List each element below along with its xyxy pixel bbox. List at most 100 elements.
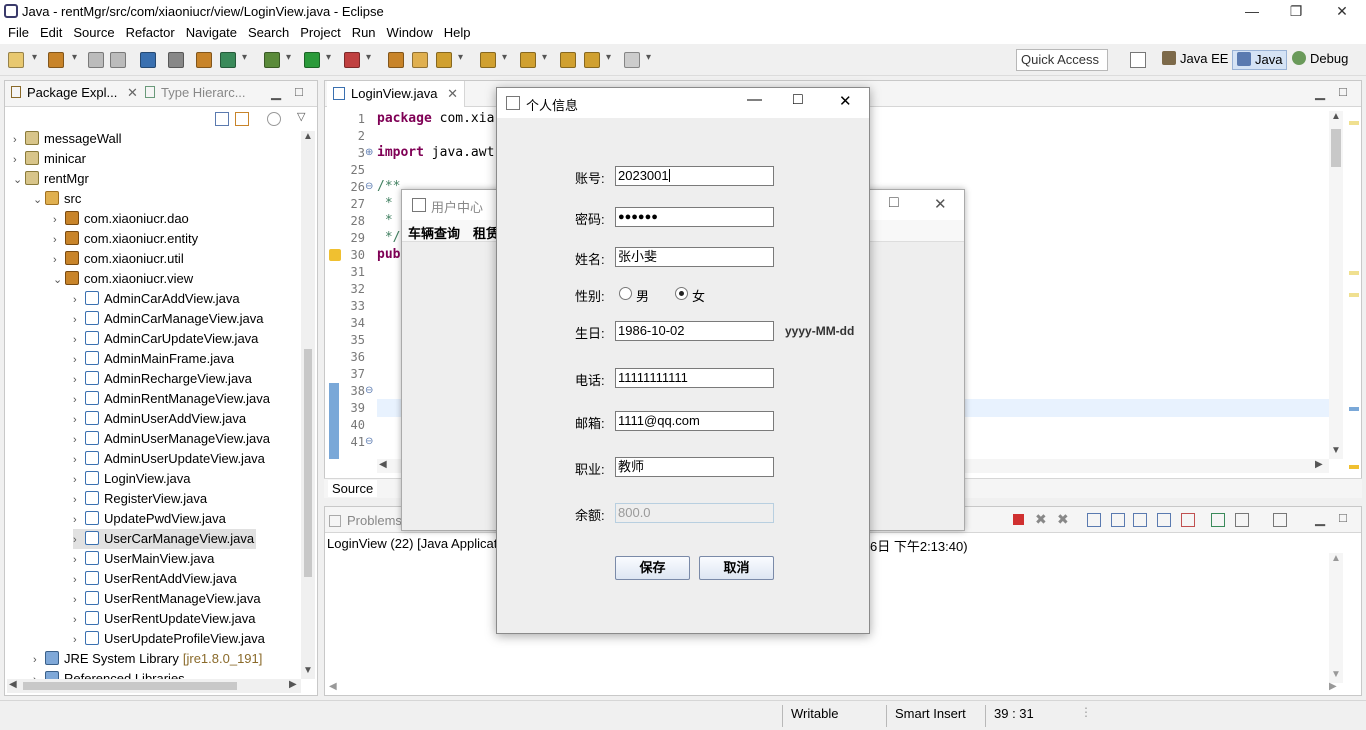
restore-icon[interactable]: ❐ — [1281, 2, 1311, 20]
tab-problems[interactable]: Problems — [329, 513, 402, 528]
save-icon[interactable] — [88, 52, 104, 68]
new-dropdown-icon[interactable]: ▾ — [32, 52, 40, 68]
code-line[interactable]: import java.awt — [377, 145, 494, 160]
tree-horizontal-scrollbar[interactable]: ◀ ▶ — [7, 679, 301, 693]
menu-file[interactable]: File — [4, 22, 33, 43]
show-on-error-icon[interactable] — [1181, 513, 1195, 527]
scroll-up-icon[interactable]: ▲ — [1331, 111, 1341, 122]
menu-source[interactable]: Source — [69, 22, 118, 43]
tree-item[interactable]: › com.xiaoniucr.entity — [53, 229, 198, 249]
chevron-right-icon[interactable]: › — [73, 370, 85, 390]
tree-item[interactable]: › UserUpdateProfileView.java — [73, 629, 265, 649]
chevron-right-icon[interactable]: › — [73, 530, 85, 550]
code-line[interactable]: pub — [377, 247, 400, 262]
tree-item[interactable]: › UserMainView.java — [73, 549, 214, 569]
remove-launch-icon[interactable]: ✖ — [1035, 511, 1047, 528]
close-icon[interactable]: ✕ — [1327, 2, 1357, 20]
code-line[interactable]: * — [377, 196, 400, 211]
new-package-icon[interactable] — [48, 52, 64, 68]
prev-annotation-icon[interactable] — [520, 52, 536, 68]
chevron-right-icon[interactable]: › — [73, 350, 85, 370]
warning-icon[interactable] — [329, 249, 341, 261]
menu-refactor[interactable]: Refactor — [122, 22, 179, 43]
remove-all-icon[interactable]: ✖ — [1057, 511, 1069, 528]
run-external-icon[interactable] — [344, 52, 360, 68]
chevron-right-icon[interactable]: › — [73, 570, 85, 590]
gender-female-radio[interactable] — [675, 287, 688, 300]
chevron-down-icon[interactable]: ⌄ — [53, 270, 65, 290]
debug-icon[interactable] — [264, 52, 280, 68]
tree-item[interactable]: ⌄ com.xiaoniucr.view — [53, 269, 193, 289]
chevron-right-icon[interactable]: › — [73, 470, 85, 490]
tree-item[interactable]: › JRE System Library [jre1.8.0_191] — [33, 649, 262, 669]
chevron-down-icon[interactable]: ⌄ — [33, 190, 45, 210]
tree-item[interactable]: › com.xiaoniucr.dao — [53, 209, 189, 229]
collapse-fold-icon[interactable]: ⊖ — [365, 385, 373, 396]
tree-item[interactable]: › minicar — [13, 149, 86, 169]
tree-item[interactable]: › AdminCarUpdateView.java — [73, 329, 258, 349]
tree-item[interactable]: › AdminCarManageView.java — [73, 309, 263, 329]
perspective-java-ee[interactable]: Java EE — [1158, 50, 1232, 70]
dropdown-icon[interactable]: ▾ — [326, 52, 334, 68]
job-field[interactable]: 教师 — [615, 457, 774, 477]
open-console-icon[interactable] — [1273, 513, 1287, 527]
chevron-right-icon[interactable]: › — [73, 590, 85, 610]
maximize-editor-icon[interactable]: □ — [1339, 84, 1347, 99]
scroll-left-icon[interactable]: ◀ — [9, 679, 17, 690]
pin-console-icon[interactable] — [1211, 513, 1225, 527]
chevron-right-icon[interactable]: › — [73, 630, 85, 650]
phone-field[interactable]: 11111111111 — [615, 368, 774, 388]
chevron-right-icon[interactable]: › — [73, 290, 85, 310]
next-annotation-icon[interactable] — [480, 52, 496, 68]
word-wrap-icon[interactable] — [1133, 513, 1147, 527]
scroll-left-icon[interactable]: ◀ — [329, 681, 337, 692]
collapse-fold-icon[interactable]: ⊖ — [365, 436, 373, 447]
scroll-down-icon[interactable]: ▼ — [303, 665, 313, 676]
chevron-right-icon[interactable]: › — [73, 430, 85, 450]
minimize-icon[interactable]: — — [1237, 2, 1267, 20]
chevron-right-icon[interactable]: › — [53, 210, 65, 230]
console-horizontal-scrollbar[interactable]: ◀ ▶ — [327, 681, 1343, 695]
menu-navigate[interactable]: Navigate — [182, 22, 241, 43]
menu-project[interactable]: Project — [296, 22, 344, 43]
tree-item[interactable]: › UserCarManageView.java — [73, 529, 257, 550]
tree-item[interactable]: › Referenced Libraries — [33, 669, 185, 679]
code-line[interactable]: */ — [377, 230, 401, 245]
chevron-right-icon[interactable]: › — [73, 450, 85, 470]
back-icon[interactable] — [584, 52, 600, 68]
terminate-icon[interactable] — [1013, 514, 1024, 525]
dropdown-icon[interactable]: ▾ — [542, 52, 550, 68]
chevron-right-icon[interactable]: › — [13, 150, 25, 170]
cancel-button[interactable]: 取消 — [699, 556, 774, 580]
console-vertical-scrollbar[interactable]: ▲ ▼ — [1329, 553, 1343, 683]
skip-breakpoints-icon[interactable] — [168, 52, 184, 68]
menu-run[interactable]: Run — [348, 22, 380, 43]
chevron-right-icon[interactable]: › — [73, 410, 85, 430]
tree-item[interactable]: › AdminUserManageView.java — [73, 429, 270, 449]
tree-item[interactable]: ⌄ src — [33, 189, 81, 209]
dropdown-icon[interactable]: ▾ — [366, 52, 374, 68]
scroll-down-icon[interactable]: ▼ — [1331, 669, 1341, 680]
dropdown-icon[interactable]: ▾ — [458, 52, 466, 68]
console-icon[interactable] — [140, 52, 156, 68]
chevron-right-icon[interactable]: › — [73, 310, 85, 330]
minimize-icon[interactable]: — — [747, 91, 762, 108]
open-type-icon[interactable] — [388, 52, 404, 68]
scroll-lock-icon[interactable] — [1111, 513, 1125, 527]
tree-item[interactable]: ⌄ rentMgr — [13, 169, 89, 189]
chevron-right-icon[interactable]: › — [73, 330, 85, 350]
tree-item[interactable]: › AdminCarAddView.java — [73, 289, 240, 309]
tab-source[interactable]: Source — [328, 480, 378, 497]
dropdown-icon[interactable]: ▾ — [286, 52, 294, 68]
run-icon[interactable] — [304, 52, 320, 68]
quick-access-input[interactable]: Quick Access — [1016, 49, 1108, 71]
scroll-up-icon[interactable]: ▲ — [303, 131, 313, 142]
scroll-down-icon[interactable]: ▼ — [1331, 445, 1341, 456]
chevron-right-icon[interactable]: › — [73, 550, 85, 570]
tree-item[interactable]: › AdminMainFrame.java — [73, 349, 234, 369]
menu-window[interactable]: Window — [383, 22, 437, 43]
scroll-right-icon[interactable]: ▶ — [289, 679, 297, 690]
menu-car-query[interactable]: 车辆查询 — [408, 223, 460, 242]
chevron-right-icon[interactable]: › — [73, 490, 85, 510]
minimize-view-icon[interactable]: ▁ — [1315, 511, 1325, 527]
